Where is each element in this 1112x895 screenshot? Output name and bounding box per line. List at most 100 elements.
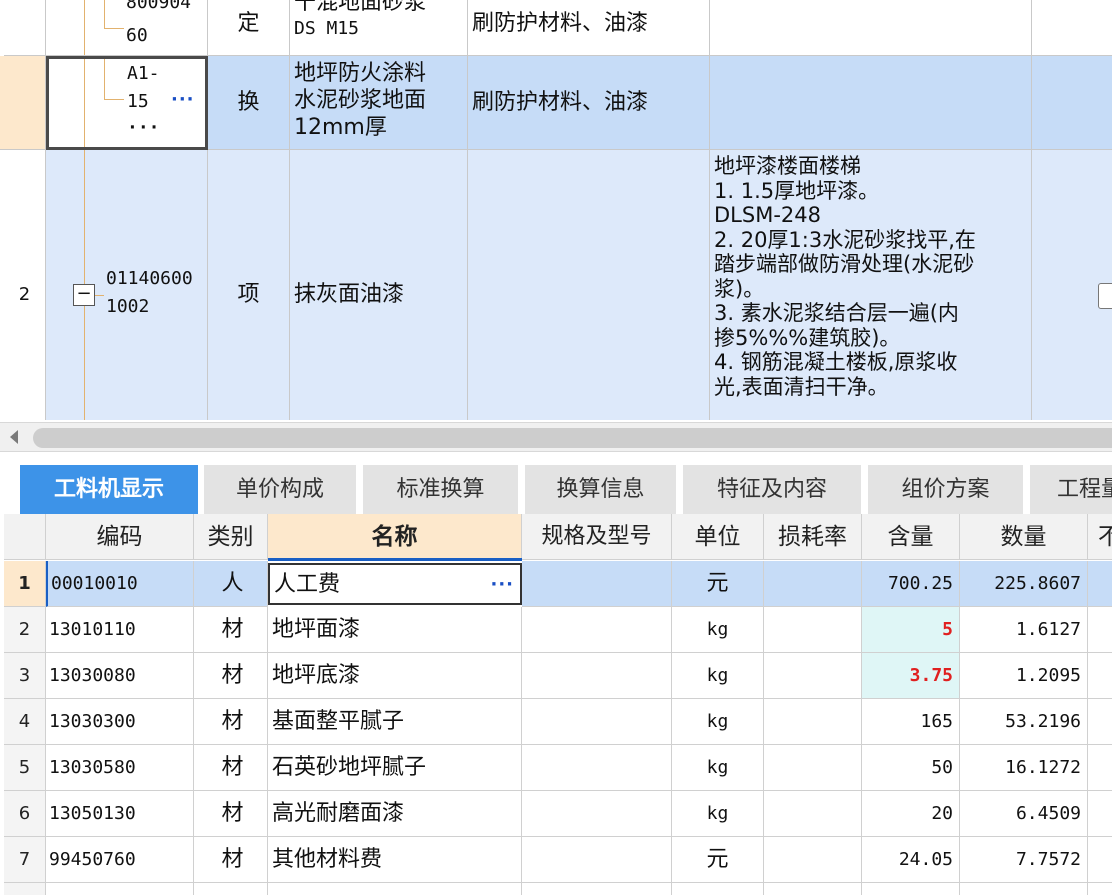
partial-row-cell[interactable] bbox=[862, 883, 960, 895]
resource-extra[interactable] bbox=[1088, 607, 1112, 653]
resource-name[interactable]: 人工费 ··· bbox=[268, 563, 522, 605]
resource-code[interactable]: 13030580 bbox=[46, 745, 194, 791]
resource-name[interactable]: 石英砂地坪腻子 bbox=[268, 745, 522, 791]
resource-extra[interactable] bbox=[1088, 699, 1112, 745]
resource-content[interactable]: 5 bbox=[862, 607, 960, 653]
type-cell[interactable]: 项 bbox=[208, 150, 290, 420]
partial-row-cell[interactable] bbox=[46, 883, 194, 895]
scrollbar-thumb[interactable] bbox=[33, 428, 1112, 448]
extra-cell[interactable] bbox=[1032, 56, 1112, 150]
resource-name[interactable]: 高光耐磨面漆 bbox=[268, 791, 522, 837]
resource-code[interactable]: 13010110 bbox=[46, 607, 194, 653]
header-content[interactable]: 含量 bbox=[862, 514, 960, 560]
row-number[interactable]: 1 bbox=[4, 561, 46, 607]
tab-standard-conversion[interactable]: 标准换算 bbox=[363, 465, 518, 514]
resource-extra[interactable] bbox=[1088, 837, 1112, 883]
resource-loss-rate[interactable] bbox=[764, 607, 862, 653]
partial-row-cell[interactable] bbox=[522, 883, 672, 895]
resource-quantity[interactable]: 1.6127 bbox=[960, 607, 1088, 653]
resource-extra[interactable] bbox=[1088, 561, 1112, 607]
resource-loss-rate[interactable] bbox=[764, 653, 862, 699]
header-unit[interactable]: 单位 bbox=[672, 514, 764, 560]
resource-content[interactable]: 3.75 bbox=[862, 653, 960, 699]
tab-pricing-plan[interactable]: 组价方案 bbox=[868, 465, 1023, 514]
resource-code[interactable]: 13030080 bbox=[46, 653, 194, 699]
resource-unit[interactable]: kg bbox=[672, 745, 764, 791]
resource-extra[interactable] bbox=[1088, 653, 1112, 699]
resource-code[interactable]: 13030300 bbox=[46, 699, 194, 745]
resource-spec[interactable] bbox=[522, 561, 672, 607]
row-header-selected[interactable] bbox=[0, 56, 46, 150]
more-button[interactable]: ··· bbox=[490, 565, 514, 603]
partial-row-cell[interactable] bbox=[960, 883, 1088, 895]
partial-row-cell[interactable] bbox=[764, 883, 862, 895]
resource-quantity[interactable]: 225.8607 bbox=[960, 561, 1088, 607]
category-cell[interactable]: 刷防护材料、油漆 bbox=[468, 0, 710, 56]
resource-content[interactable]: 50 bbox=[862, 745, 960, 791]
header-spec[interactable]: 规格及型号 bbox=[522, 514, 672, 560]
category-cell[interactable] bbox=[468, 150, 710, 420]
resource-quantity[interactable]: 7.7572 bbox=[960, 837, 1088, 883]
resource-code[interactable]: 00010010 bbox=[46, 561, 194, 607]
resource-spec[interactable] bbox=[522, 837, 672, 883]
resource-spec[interactable] bbox=[522, 699, 672, 745]
resource-category[interactable]: 材 bbox=[194, 607, 268, 653]
resource-extra[interactable] bbox=[1088, 745, 1112, 791]
resource-quantity[interactable]: 1.2095 bbox=[960, 653, 1088, 699]
partial-row-cell[interactable] bbox=[268, 883, 522, 895]
category-cell[interactable]: 刷防护材料、油漆 bbox=[468, 56, 710, 150]
partial-row-cell[interactable] bbox=[1088, 883, 1112, 895]
row-number[interactable]: 2 bbox=[4, 150, 46, 420]
row-number[interactable]: 2 bbox=[4, 607, 46, 653]
resource-category[interactable]: 材 bbox=[194, 837, 268, 883]
partial-row-cell[interactable] bbox=[4, 883, 46, 895]
resource-spec[interactable] bbox=[522, 607, 672, 653]
row-number[interactable]: 4 bbox=[4, 699, 46, 745]
corner-cell[interactable] bbox=[4, 514, 46, 560]
resource-category[interactable]: 材 bbox=[194, 745, 268, 791]
resource-name[interactable]: 地坪面漆 bbox=[268, 607, 522, 653]
resource-spec[interactable] bbox=[522, 791, 672, 837]
tab-unit-price[interactable]: 单价构成 bbox=[204, 465, 356, 514]
resource-unit[interactable]: kg bbox=[672, 791, 764, 837]
feature-cell[interactable]: 地坪漆楼面楼梯 1. 1.5厚地坪漆。 DLSM-248 2. 20厚1:3水泥砂浆找… bbox=[710, 150, 1032, 420]
header-category[interactable]: 类别 bbox=[194, 514, 268, 560]
resource-loss-rate[interactable] bbox=[764, 561, 862, 607]
header-loss-rate[interactable]: 损耗率 bbox=[764, 514, 862, 560]
tab-quantity[interactable]: 工程量 bbox=[1030, 465, 1112, 514]
name-cell[interactable]: 抹灰面油漆 bbox=[290, 150, 468, 420]
resource-name[interactable]: 地坪底漆 bbox=[268, 653, 522, 699]
resource-content[interactable]: 700.25 bbox=[862, 561, 960, 607]
header-code[interactable]: 编码 bbox=[46, 514, 194, 560]
scroll-left-icon[interactable] bbox=[10, 430, 18, 444]
header-name[interactable]: 名称 bbox=[268, 514, 522, 560]
resource-quantity[interactable]: 16.1272 bbox=[960, 745, 1088, 791]
collapse-icon[interactable]: − bbox=[73, 284, 95, 306]
horizontal-scrollbar[interactable] bbox=[0, 422, 1112, 452]
resource-loss-rate[interactable] bbox=[764, 837, 862, 883]
row-number[interactable]: 6 bbox=[4, 791, 46, 837]
resource-category[interactable]: 材 bbox=[194, 791, 268, 837]
resource-unit[interactable]: kg bbox=[672, 653, 764, 699]
row-number[interactable]: 3 bbox=[4, 653, 46, 699]
code-cell[interactable]: − 01140600 1002 bbox=[46, 150, 208, 420]
resource-content[interactable]: 24.05 bbox=[862, 837, 960, 883]
resource-spec[interactable] bbox=[522, 653, 672, 699]
resource-loss-rate[interactable] bbox=[764, 791, 862, 837]
resource-loss-rate[interactable] bbox=[764, 699, 862, 745]
tab-labor-material-machine[interactable]: 工料机显示 bbox=[20, 465, 198, 514]
tab-conversion-info[interactable]: 换算信息 bbox=[525, 465, 676, 514]
checkbox[interactable] bbox=[1098, 283, 1112, 309]
more-button[interactable]: ··· bbox=[171, 89, 195, 111]
name-cell[interactable]: 干混地面砂浆 DS M15 bbox=[290, 0, 468, 56]
resource-category[interactable]: 人 bbox=[194, 561, 268, 607]
resource-unit[interactable]: 元 bbox=[672, 561, 764, 607]
name-cell[interactable]: 地坪防火涂料 水泥砂浆地面 12mm厚 bbox=[290, 56, 468, 150]
extra-cell[interactable] bbox=[1032, 0, 1112, 56]
resource-name[interactable]: 其他材料费 bbox=[268, 837, 522, 883]
row-number[interactable]: 5 bbox=[4, 745, 46, 791]
resource-unit[interactable]: kg bbox=[672, 699, 764, 745]
feature-cell[interactable] bbox=[710, 0, 1032, 56]
resource-code[interactable]: 13050130 bbox=[46, 791, 194, 837]
resource-content[interactable]: 165 bbox=[862, 699, 960, 745]
